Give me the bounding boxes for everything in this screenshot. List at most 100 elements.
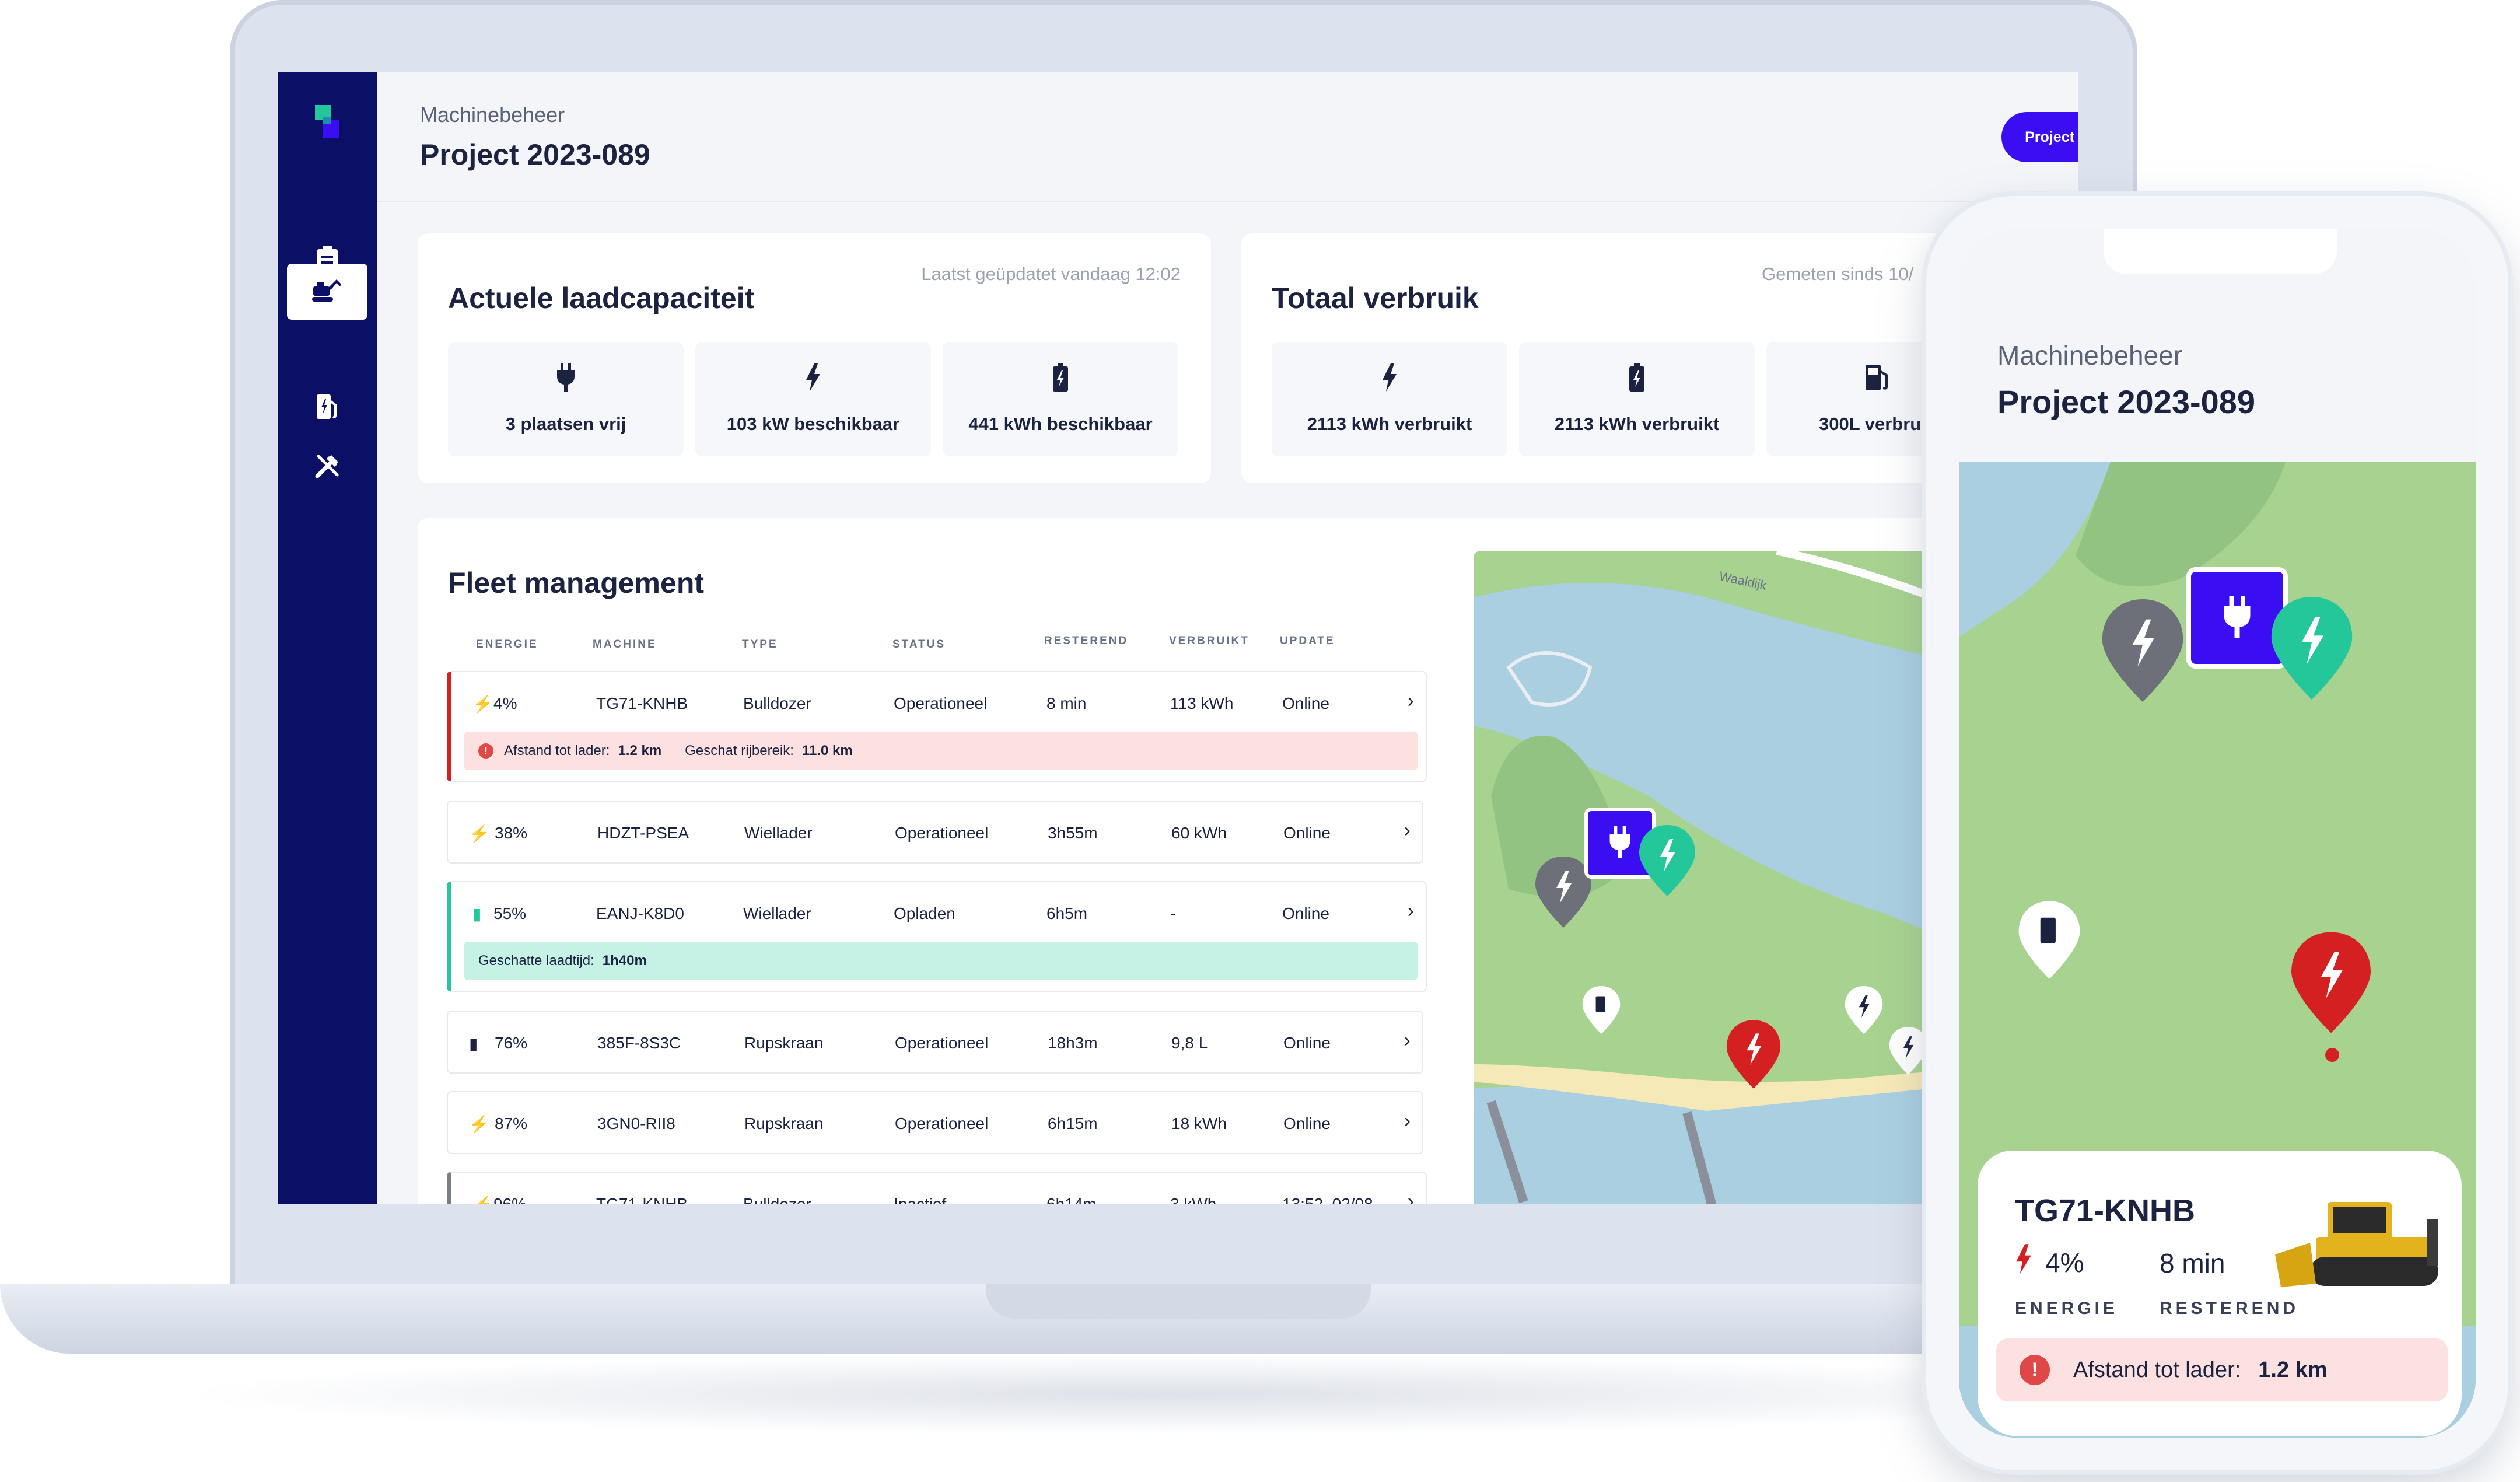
fuel-icon: ▮ — [469, 1034, 478, 1053]
stat-label: 441 kWh beschikbaar — [968, 414, 1153, 434]
fuel-pin[interactable] — [2016, 899, 2082, 984]
road-label: Waaldijk — [1718, 568, 1769, 593]
cell-remaining: 18h3m — [1048, 1034, 1098, 1052]
stat-label: 2113 kWh verbruikt — [1307, 414, 1472, 434]
tools-icon — [314, 453, 341, 486]
cell-type: Bulldozer — [743, 1195, 811, 1204]
energy-label: ENERGIE — [2015, 1299, 2119, 1318]
cell-remaining: 6h15m — [1048, 1114, 1098, 1133]
alert-label: Geschat rijbereik: — [685, 743, 794, 759]
table-row[interactable]: ▮ 55% EANJ-K8D0 Wiellader Opladen 6h5m -… — [447, 881, 1427, 992]
cell-type: Wiellader — [744, 824, 813, 842]
table-row[interactable]: ⚡ 96% TG71-KNHB Bulldozer Inactief 6h14m… — [447, 1172, 1427, 1204]
sidebar — [278, 72, 377, 1204]
cell-update: Online — [1282, 694, 1329, 712]
machine-pin-red[interactable] — [2288, 929, 2374, 1039]
table-row[interactable]: ▮ 76% 385F-8S3C Rupskraan Operationeel 1… — [447, 1011, 1423, 1074]
alert-label: Afstand tot lader: — [504, 743, 610, 759]
page-header: Machinebeheer Project 2023-089 Project u… — [377, 72, 2078, 202]
battery-icon: ▮ — [473, 905, 482, 923]
cell-used: 18 kWh — [1171, 1114, 1227, 1133]
cell-update: Online — [1283, 1034, 1331, 1052]
cell-energy: 87% — [495, 1114, 528, 1133]
chevron-right-icon[interactable]: › — [1404, 819, 1410, 842]
machine-name: TG71-KNHB — [2015, 1193, 2196, 1228]
cell-status: Operationeel — [895, 824, 989, 842]
table-row[interactable]: ⚡ 87% 3GN0-RII8 Rupskraan Operationeel 6… — [447, 1091, 1423, 1154]
stat-label: 300L verbru — [1819, 414, 1922, 434]
stat-power-available: 103 kW beschikbaar — [695, 342, 931, 456]
col-status: STATUS — [892, 638, 946, 651]
project-update-button[interactable]: Project update — [2001, 112, 2078, 162]
battery-icon — [1052, 363, 1069, 399]
cell-status: Inactief — [894, 1195, 947, 1204]
phone-breadcrumb: Machinebeheer — [1997, 340, 2183, 370]
chevron-right-icon[interactable]: › — [1408, 690, 1414, 712]
capacity-updated: Laatst geüpdatet vandaag 12:02 — [921, 264, 1181, 284]
cell-machine: 385F-8S3C — [597, 1034, 681, 1052]
chevron-right-icon[interactable]: › — [1408, 1190, 1414, 1204]
charger-pin-green[interactable] — [2268, 593, 2356, 707]
charger-pin-green[interactable] — [1637, 823, 1698, 901]
machine-detail-card[interactable]: TG71-KNHB 4% 8 min ENERGIE RESTEREND ! A… — [1978, 1151, 2462, 1436]
phone-screen: Machinebeheer Project 2023-089 TG71-KNHB… — [1959, 229, 2476, 1438]
alert-icon: ! — [478, 743, 494, 759]
consumption-title: Totaal verbruik — [1272, 282, 1479, 314]
alert-value: 11.0 km — [802, 743, 853, 759]
machine-location-dot — [2325, 1048, 2339, 1062]
cell-energy: 4% — [494, 694, 517, 712]
stat-kwh-used: 2113 kWh verbruikt — [1272, 342, 1507, 456]
laptop-shadow — [175, 1354, 2158, 1435]
bolt-icon: ⚡ — [469, 1115, 489, 1133]
energy-value: 4% — [2015, 1244, 2084, 1281]
charger-pin-white[interactable] — [1843, 984, 1884, 1039]
chevron-right-icon[interactable]: › — [1404, 1029, 1410, 1052]
chevron-right-icon[interactable]: › — [1404, 1110, 1410, 1133]
remaining-value: 8 min — [2160, 1248, 2225, 1278]
fuel-pin[interactable] — [1581, 984, 1622, 1039]
laptop-notch — [986, 1284, 1371, 1319]
sidebar-item-fuel[interactable] — [287, 382, 368, 438]
alert-label: Afstand tot lader: — [2073, 1357, 2241, 1382]
cell-energy: 96% — [494, 1195, 527, 1204]
excavator-icon — [311, 275, 344, 309]
breadcrumb: Machinebeheer — [420, 103, 565, 127]
alert-distance: ! Afstand tot lader: 1.2 km Geschat rijb… — [464, 732, 1418, 770]
bolt-icon: ⚡ — [473, 1195, 493, 1204]
capacity-card: Actuele laadcapaciteit Laatst geüpdatet … — [418, 233, 1211, 483]
cell-used: 60 kWh — [1171, 824, 1227, 842]
cell-type: Wiellader — [743, 904, 811, 922]
cell-machine: TG71-KNHB — [596, 694, 688, 712]
alert-value: 1h40m — [602, 953, 647, 969]
cell-machine: 3GN0-RII8 — [597, 1114, 676, 1133]
cell-update: Online — [1283, 1114, 1331, 1133]
stat-free-spots: 3 plaatsen vrij — [448, 342, 684, 456]
col-machine: MACHINE — [593, 638, 657, 651]
consumption-since: Gemeten sinds 10/ — [1762, 264, 1914, 284]
alert-value: 1.2 km — [2258, 1357, 2328, 1382]
charger-pin-white[interactable] — [1888, 1025, 1929, 1080]
stat-label: 2113 kWh verbruikt — [1554, 414, 1720, 434]
stat-label: 3 plaatsen vrij — [505, 414, 626, 434]
col-energy: ENERGIE — [476, 638, 538, 651]
sidebar-item-machines[interactable] — [287, 264, 368, 320]
table-row[interactable]: ⚡ 38% HDZT-PSEA Wiellader Operationeel 3… — [447, 801, 1423, 864]
page-title: Project 2023-089 — [420, 138, 650, 171]
cell-type: Rupskraan — [744, 1114, 824, 1133]
col-used: VERBRUIKT — [1169, 635, 1250, 647]
cell-used: 3 kWh — [1170, 1195, 1217, 1204]
phone-page-title: Project 2023-089 — [1997, 383, 2256, 420]
chevron-right-icon[interactable]: › — [1408, 900, 1414, 922]
cell-status: Operationeel — [895, 1034, 989, 1052]
phone-notch — [2104, 229, 2337, 274]
plug-icon — [2221, 595, 2253, 641]
col-remaining: RESTEREND — [1044, 635, 1129, 647]
table-row[interactable]: ⚡ 4% TG71-KNHB Bulldozer Operationeel 8 … — [447, 671, 1427, 782]
machine-pin-red[interactable] — [1724, 1016, 1783, 1095]
sidebar-item-tools[interactable] — [287, 441, 368, 497]
bolt-icon — [1381, 363, 1398, 399]
bolt-icon — [805, 363, 821, 399]
stat-energy-available: 441 kWh beschikbaar — [943, 342, 1178, 456]
cell-type: Rupskraan — [744, 1034, 824, 1052]
charger-pin-grey[interactable] — [2099, 595, 2186, 709]
